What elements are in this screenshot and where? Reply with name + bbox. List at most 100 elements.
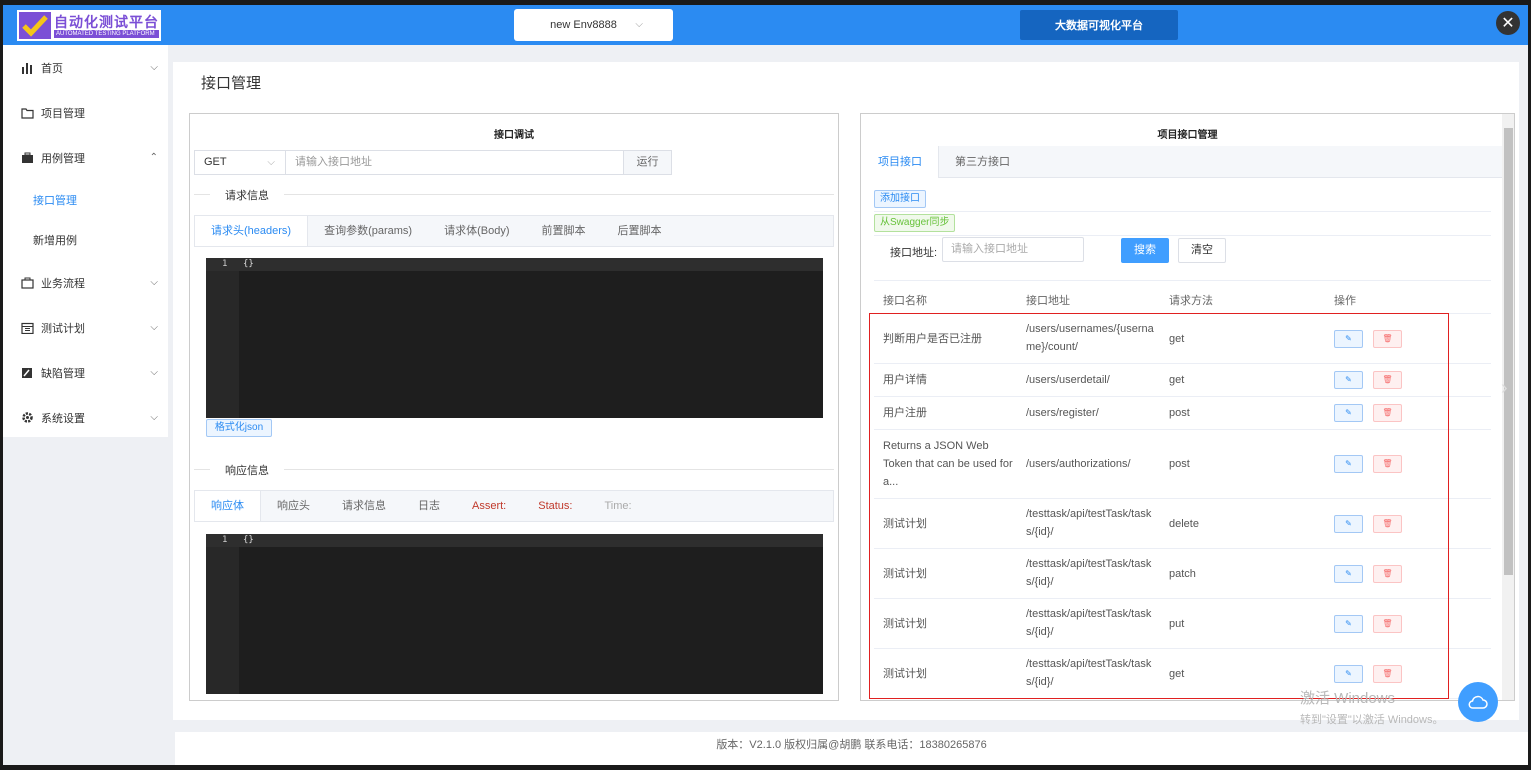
delete-icon[interactable]: 🗑 [1373, 455, 1402, 473]
api-url: /users/userdetail/ [1026, 374, 1110, 386]
cloud-icon[interactable] [1458, 682, 1498, 722]
api-url: /users/usernames/{username}/count/ [1026, 323, 1154, 353]
sidebar-item-label: 缺陷管理 [41, 367, 85, 380]
edit-icon [20, 366, 34, 380]
edit-icon[interactable]: ✎ [1334, 615, 1363, 633]
format-json-button[interactable]: 格式化json [206, 419, 272, 437]
bigdata-platform-button[interactable]: 大数据可视化平台 [1020, 10, 1178, 40]
chevron-down-icon: ⌵ [150, 322, 158, 333]
response-tabs: 响应体 响应头 请求信息 日志 Assert: Status: Time: [194, 490, 834, 522]
sidebar-item-label: 首页 [41, 62, 63, 75]
tab-response-body[interactable]: 响应体 [195, 491, 261, 521]
tab-project-api[interactable]: 项目接口 [862, 146, 939, 178]
sidebar-item-flow[interactable]: 业务流程 ⌵ [3, 260, 168, 305]
clear-button[interactable]: 清空 [1178, 238, 1226, 263]
search-input[interactable]: 请输入接口地址 [942, 237, 1084, 262]
tab-assert[interactable]: Assert: [456, 491, 522, 521]
logo[interactable]: 自动化测试平台 AUTOMATED TESTING PLATFORM [17, 10, 161, 41]
logo-check-icon [19, 12, 51, 39]
sidebar-item-home[interactable]: 首页 ⌵ [3, 45, 168, 90]
tab-time[interactable]: Time: [588, 491, 647, 521]
api-method: post [1169, 458, 1190, 470]
chevron-down-icon: ⌵ [150, 62, 158, 73]
column-header: 请求方法 [1169, 295, 1213, 307]
tab-third-party-api[interactable]: 第三方接口 [939, 146, 1026, 178]
tab-params[interactable]: 查询参数(params) [308, 216, 428, 246]
edit-icon[interactable]: ✎ [1334, 515, 1363, 533]
tab-headers[interactable]: 请求头(headers) [195, 216, 309, 246]
run-button[interactable]: 运行 [623, 150, 672, 175]
tab-post-script[interactable]: 后置脚本 [602, 216, 678, 246]
api-url: /testtask/api/testTask/tasks/{id}/ [1026, 608, 1152, 638]
search-label: 接口地址: [890, 247, 938, 259]
scrollbar[interactable] [1502, 114, 1514, 700]
edit-icon[interactable]: ✎ [1334, 371, 1363, 389]
env-select[interactable]: new Env8888 ⌵ [514, 9, 673, 41]
briefcase-icon [20, 151, 34, 165]
close-icon[interactable]: ✕ [1496, 11, 1520, 35]
delete-icon[interactable]: 🗑 [1373, 515, 1402, 533]
delete-icon[interactable]: 🗑 [1373, 615, 1402, 633]
api-method: get [1169, 333, 1185, 345]
tab-request-info[interactable]: 请求信息 [326, 491, 402, 521]
sidebar-subitem-add-case[interactable]: 新增用例 [3, 220, 168, 260]
tab-log[interactable]: 日志 [402, 491, 456, 521]
response-code-editor[interactable]: 1 {} [206, 534, 823, 694]
sidebar-item-label: 测试计划 [41, 322, 85, 335]
sidebar-subitem-api-manage[interactable]: 接口管理 [3, 180, 168, 220]
request-tabs: 请求头(headers) 查询参数(params) 请求体(Body) 前置脚本… [194, 215, 834, 247]
windows-activation-watermark: 激活 Windows 转到"设置"以激活 Windows。 [1300, 690, 1444, 726]
chevron-down-icon: ⌵ [267, 157, 275, 168]
chevron-right-icon[interactable]: › [1501, 377, 1508, 400]
table-row: 用户注册 /users/register/ post ✎ 🗑 [874, 397, 1491, 430]
url-input[interactable]: 请输入接口地址 [285, 150, 624, 175]
table-row: 测试计划 /testtask/api/testTask/tasks/{id}/ … [874, 599, 1491, 649]
add-api-button[interactable]: 添加接口 [874, 190, 926, 208]
project-api-panel: 项目接口管理 项目接口 第三方接口 添加接口 从Swagger同步 接口地址: … [860, 113, 1515, 701]
column-header: 接口名称 [883, 295, 927, 307]
edit-icon[interactable]: ✎ [1334, 330, 1363, 348]
sidebar-item-case[interactable]: 用例管理 ⌃ [3, 135, 168, 180]
api-url: /users/authorizations/ [1026, 458, 1131, 470]
gear-icon [20, 411, 34, 425]
edit-icon[interactable]: ✎ [1334, 455, 1363, 473]
sidebar-item-project[interactable]: 项目管理 [3, 90, 168, 135]
chevron-down-icon: ⌵ [150, 277, 158, 288]
method-select[interactable]: GET ⌵ [194, 150, 286, 175]
edit-icon[interactable]: ✎ [1334, 404, 1363, 422]
api-name: 用户注册 [883, 407, 927, 419]
delete-icon[interactable]: 🗑 [1373, 404, 1402, 422]
delete-icon[interactable]: 🗑 [1373, 565, 1402, 583]
panel-title: 项目接口管理 [1157, 130, 1218, 141]
tab-pre-script[interactable]: 前置脚本 [526, 216, 602, 246]
suitcase-icon [20, 276, 34, 290]
method-select-value: GET [204, 156, 227, 168]
tab-body[interactable]: 请求体(Body) [428, 216, 525, 246]
bar-chart-icon [20, 61, 34, 75]
api-source-tabs: 项目接口 第三方接口 [862, 146, 1502, 178]
editor-code: {} [243, 535, 254, 545]
delete-icon[interactable]: 🗑 [1373, 371, 1402, 389]
sidebar-item-label: 业务流程 [41, 277, 85, 290]
search-button[interactable]: 搜索 [1121, 238, 1169, 263]
footer: 版本：V2.1.0 版权归属@胡鹏 联系电话：18380265876 [175, 732, 1528, 765]
tab-status[interactable]: Status: [522, 491, 588, 521]
edit-icon[interactable]: ✎ [1334, 565, 1363, 583]
request-code-editor[interactable]: 1 {} [206, 258, 823, 418]
api-name: 测试计划 [883, 618, 927, 630]
tab-response-headers[interactable]: 响应头 [261, 491, 326, 521]
sidebar-item-label: 系统设置 [41, 412, 85, 425]
swagger-sync-button[interactable]: 从Swagger同步 [874, 214, 956, 232]
api-name: 判断用户是否已注册 [883, 333, 982, 345]
edit-icon[interactable]: ✎ [1334, 665, 1363, 683]
editor-code: {} [243, 259, 254, 269]
sidebar-item-settings[interactable]: 系统设置 ⌵ [3, 395, 168, 440]
table-row: 测试计划 /testtask/api/testTask/tasks/{id}/ … [874, 499, 1491, 549]
table-row: 测试计划 /testtask/api/testTask/tasks/{id}/ … [874, 549, 1491, 599]
api-name: 测试计划 [883, 568, 927, 580]
sidebar: 首页 ⌵ 项目管理 用例管理 ⌃ 接口管理 新增用例 业务流程 ⌵ 测试计划 ⌵… [3, 45, 168, 437]
delete-icon[interactable]: 🗑 [1373, 330, 1402, 348]
delete-icon[interactable]: 🗑 [1373, 665, 1402, 683]
sidebar-item-defect[interactable]: 缺陷管理 ⌵ [3, 350, 168, 395]
sidebar-item-plan[interactable]: 测试计划 ⌵ [3, 305, 168, 350]
